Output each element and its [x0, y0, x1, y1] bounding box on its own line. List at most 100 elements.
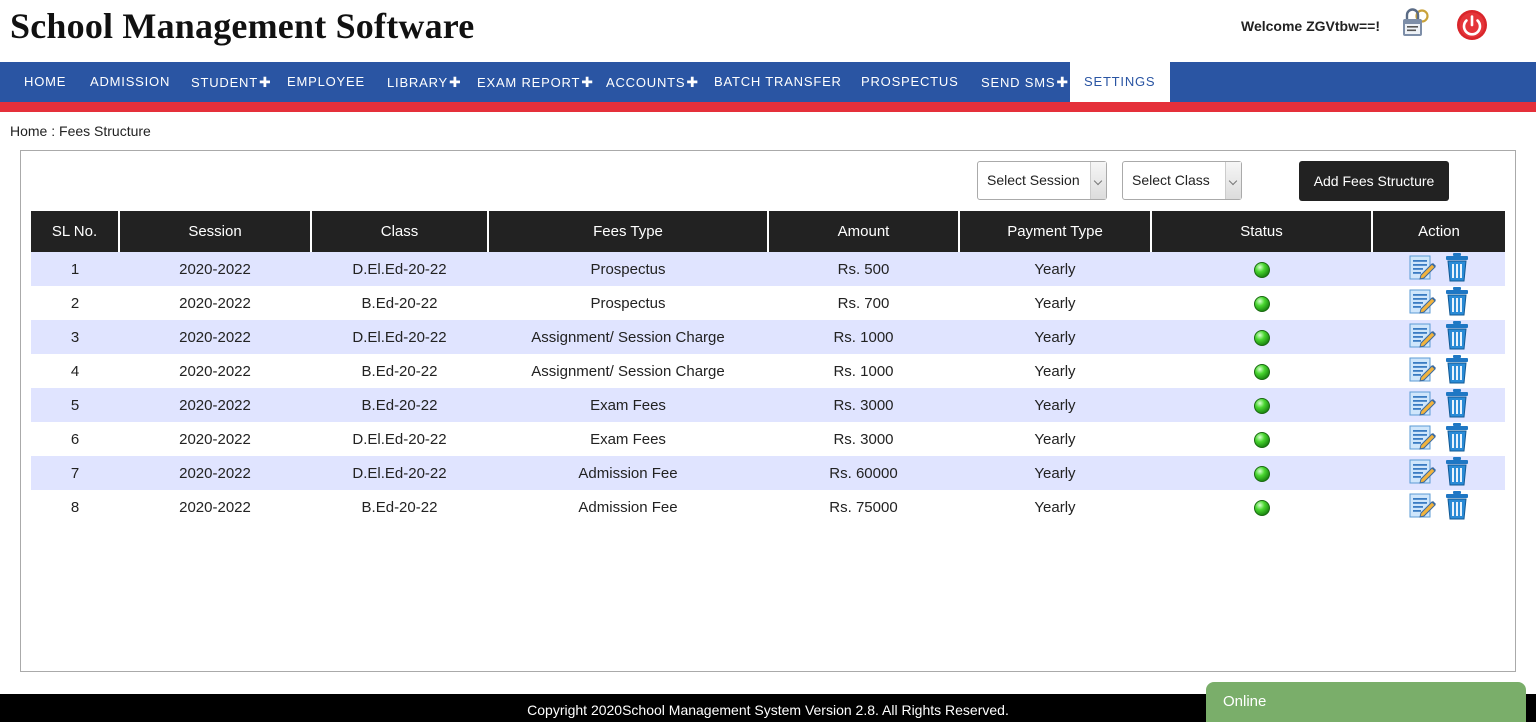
online-chat-widget[interactable]: Online	[1206, 682, 1526, 722]
nav-send-sms[interactable]: SEND SMS✚	[981, 62, 1069, 102]
green-status-led-icon	[1253, 499, 1270, 516]
cell-sl-no: 8	[31, 490, 119, 524]
table-row: 4 2020-2022 B.Ed-20-22 Assignment/ Session …	[31, 354, 1505, 388]
expand-plus-icon: ✚	[449, 74, 462, 90]
cell-status	[1151, 422, 1372, 456]
cell-class: D.El.Ed-20-22	[311, 252, 488, 286]
delete-trash-icon[interactable]	[1444, 490, 1470, 524]
cell-amount: Rs. 75000	[768, 490, 959, 524]
power-icon[interactable]	[1456, 9, 1488, 41]
select-class-dropdown[interactable]: Select Class	[1122, 161, 1242, 200]
cell-amount: Rs. 3000	[768, 422, 959, 456]
breadcrumb: Home : Fees Structure	[10, 123, 151, 139]
table-header-row: SL No. Session Class Fees Type Amount Pa…	[31, 211, 1505, 252]
nav-settings[interactable]: SETTINGS	[1070, 62, 1170, 102]
cell-session: 2020-2022	[119, 456, 311, 490]
col-action: Action	[1371, 211, 1505, 252]
cell-payment-type: Yearly	[959, 354, 1151, 388]
delete-trash-icon[interactable]	[1444, 354, 1470, 388]
expand-plus-icon: ✚	[581, 74, 594, 90]
cell-fees-type: Admission Fee	[488, 490, 768, 524]
delete-trash-icon[interactable]	[1444, 252, 1470, 286]
cell-fees-type: Prospectus	[488, 252, 768, 286]
edit-icon[interactable]	[1408, 491, 1436, 523]
cell-session: 2020-2022	[119, 490, 311, 524]
cell-session: 2020-2022	[119, 388, 311, 422]
cell-status	[1151, 490, 1372, 524]
cell-action	[1372, 286, 1505, 320]
cell-class: D.El.Ed-20-22	[311, 456, 488, 490]
nav-library[interactable]: LIBRARY✚	[387, 62, 462, 102]
green-status-led-icon	[1253, 363, 1270, 380]
cell-action	[1372, 354, 1505, 388]
cell-amount: Rs. 60000	[768, 456, 959, 490]
cell-sl-no: 6	[31, 422, 119, 456]
nav-admission[interactable]: ADMISSION	[90, 62, 170, 102]
cell-class: B.Ed-20-22	[311, 490, 488, 524]
edit-icon[interactable]	[1408, 287, 1436, 319]
green-status-led-icon	[1253, 261, 1270, 278]
cell-action	[1372, 388, 1505, 422]
cell-status	[1151, 320, 1372, 354]
cell-fees-type: Exam Fees	[488, 422, 768, 456]
cell-action	[1372, 320, 1505, 354]
select-session-dropdown[interactable]: Select Session	[977, 161, 1107, 200]
cell-class: D.El.Ed-20-22	[311, 422, 488, 456]
col-payment-type: Payment Type	[958, 211, 1151, 252]
col-amount: Amount	[767, 211, 959, 252]
nav-accounts[interactable]: ACCOUNTS✚	[606, 62, 699, 102]
cell-payment-type: Yearly	[959, 320, 1151, 354]
edit-icon[interactable]	[1408, 389, 1436, 421]
welcome-text: Welcome ZGVtbw==!	[1241, 18, 1380, 34]
delete-trash-icon[interactable]	[1444, 286, 1470, 320]
cell-action	[1372, 422, 1505, 456]
cell-sl-no: 3	[31, 320, 119, 354]
edit-icon[interactable]	[1408, 423, 1436, 455]
nav-batch-transfer[interactable]: BATCH TRANSFER	[714, 62, 842, 102]
cell-fees-type: Admission Fee	[488, 456, 768, 490]
green-status-led-icon	[1253, 329, 1270, 346]
nav-student[interactable]: STUDENT✚	[191, 62, 272, 102]
fees-structure-table: SL No. Session Class Fees Type Amount Pa…	[31, 211, 1505, 524]
main-nav: HOME ADMISSION STUDENT✚ EMPLOYEE LIBRARY…	[0, 62, 1536, 102]
nav-exam-report[interactable]: EXAM REPORT✚	[477, 62, 594, 102]
cell-session: 2020-2022	[119, 422, 311, 456]
cell-status	[1151, 286, 1372, 320]
password-lock-icon[interactable]	[1400, 8, 1434, 42]
edit-icon[interactable]	[1408, 253, 1436, 285]
cell-payment-type: Yearly	[959, 490, 1151, 524]
col-session: Session	[118, 211, 311, 252]
cell-class: B.Ed-20-22	[311, 354, 488, 388]
nav-home[interactable]: HOME	[24, 62, 66, 102]
col-class: Class	[310, 211, 488, 252]
edit-icon[interactable]	[1408, 457, 1436, 489]
cell-session: 2020-2022	[119, 286, 311, 320]
cell-action	[1372, 490, 1505, 524]
delete-trash-icon[interactable]	[1444, 422, 1470, 456]
add-fees-structure-button[interactable]: Add Fees Structure	[1299, 161, 1449, 201]
col-sl-no: SL No.	[31, 211, 119, 252]
cell-amount: Rs. 1000	[768, 320, 959, 354]
cell-class: B.Ed-20-22	[311, 388, 488, 422]
nav-employee[interactable]: EMPLOYEE	[287, 62, 365, 102]
table-row: 2 2020-2022 B.Ed-20-22 Prospectus Rs. 700 Yea…	[31, 286, 1505, 320]
col-fees-type: Fees Type	[487, 211, 768, 252]
chevron-down-icon	[1090, 162, 1106, 199]
green-status-led-icon	[1253, 431, 1270, 448]
edit-icon[interactable]	[1408, 355, 1436, 387]
nav-prospectus[interactable]: PROSPECTUS	[861, 62, 959, 102]
app-title: School Management Software	[10, 6, 475, 46]
chevron-down-icon	[1225, 162, 1241, 199]
top-header: School Management Software Welcome ZGVtb…	[0, 0, 1536, 62]
expand-plus-icon: ✚	[686, 74, 699, 90]
delete-trash-icon[interactable]	[1444, 456, 1470, 490]
edit-icon[interactable]	[1408, 321, 1436, 353]
expand-plus-icon: ✚	[259, 74, 272, 90]
cell-action	[1372, 456, 1505, 490]
cell-fees-type: Assignment/ Session Charge	[488, 320, 768, 354]
delete-trash-icon[interactable]	[1444, 388, 1470, 422]
delete-trash-icon[interactable]	[1444, 320, 1470, 354]
cell-fees-type: Prospectus	[488, 286, 768, 320]
table-row: 8 2020-2022 B.Ed-20-22 Admission Fee Rs. 750…	[31, 490, 1505, 524]
cell-status	[1151, 456, 1372, 490]
